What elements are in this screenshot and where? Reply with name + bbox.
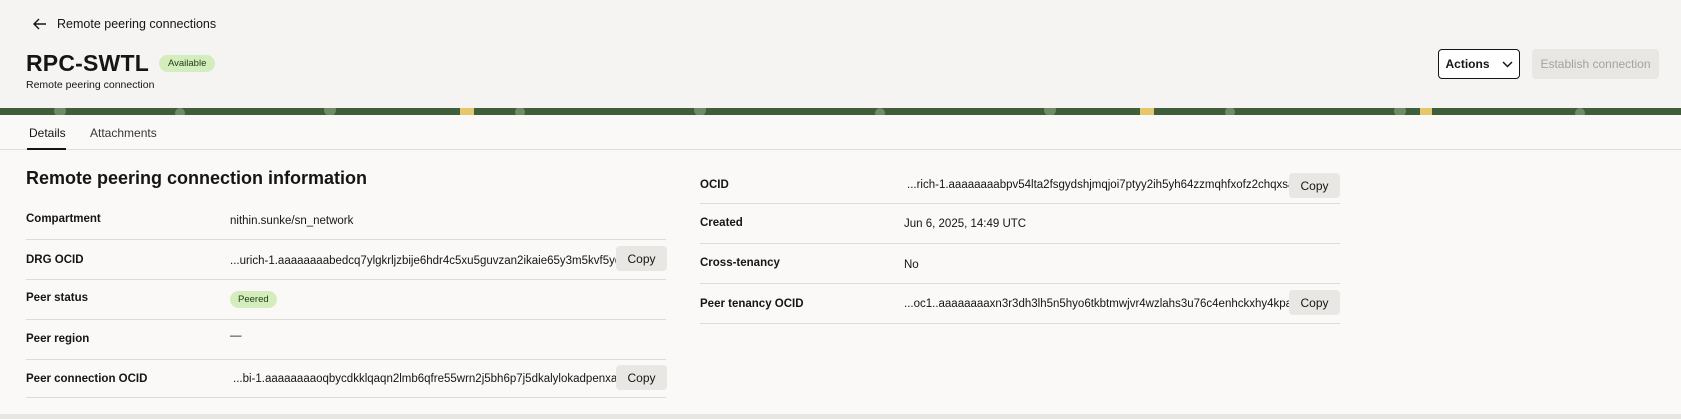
- copy-drg-ocid-button[interactable]: Copy: [616, 246, 667, 271]
- field-row-cross-tenancy: Cross-tenancy No: [700, 244, 1340, 284]
- page-header: Remote peering connections RPC-SWTL Avai…: [0, 0, 1681, 108]
- decorative-banner: [0, 108, 1681, 115]
- back-link-label: Remote peering connections: [57, 17, 217, 31]
- field-row-peer-status: Peer status Peered: [26, 280, 666, 320]
- field-label: OCID: [700, 179, 729, 191]
- field-row-compartment: Compartment nithin.sunke/sn_network: [26, 200, 666, 240]
- peer-tenancy-ocid-value: ...oc1..aaaaaaaaxn3r3dh3lh5n5hyo6tkbtmwj…: [904, 298, 1299, 310]
- peer-region-value: —: [230, 330, 242, 342]
- tab-attachments[interactable]: Attachments: [90, 126, 157, 140]
- field-row-created: Created Jun 6, 2025, 14:49 UTC: [700, 204, 1340, 244]
- active-tab-indicator: [27, 148, 66, 150]
- arrow-left-icon: [33, 18, 46, 30]
- actions-button-label: Actions: [1445, 57, 1490, 71]
- ocid-value: ...rich-1.aaaaaaaabpv54lta2fsgydshjmqjoi…: [907, 179, 1295, 191]
- drg-ocid-value: ...urich-1.aaaaaaaabedcq7ylgkrljzbije6hd…: [230, 255, 622, 267]
- field-label: Peer tenancy OCID: [700, 298, 804, 310]
- field-label: Cross-tenancy: [700, 257, 780, 269]
- establish-connection-button[interactable]: Establish connection: [1532, 49, 1659, 79]
- peer-status-badge: Peered: [230, 291, 277, 308]
- tab-bar: Details Attachments: [0, 115, 1681, 150]
- copy-peer-connection-ocid-button[interactable]: Copy: [616, 365, 667, 390]
- created-value: Jun 6, 2025, 14:49 UTC: [904, 218, 1027, 230]
- copy-peer-tenancy-ocid-button[interactable]: Copy: [1289, 290, 1340, 315]
- chevron-down-icon: [1501, 60, 1513, 68]
- section-title: Remote peering connection information: [26, 168, 368, 188]
- field-row-peer-region: Peer region —: [26, 320, 666, 360]
- actions-button[interactable]: Actions: [1438, 49, 1520, 79]
- field-label: Peer status: [26, 292, 89, 304]
- peer-connection-ocid-value: ...bi-1.aaaaaaaaoqbycdkklqaqn2lmb6qfre55…: [233, 373, 618, 385]
- field-row-ocid: OCID ...rich-1.aaaaaaaabpv54lta2fsgydshj…: [700, 164, 1340, 204]
- status-badge: Available: [158, 55, 216, 72]
- field-label: Peer connection OCID: [26, 373, 148, 385]
- field-label: Compartment: [26, 213, 101, 225]
- copy-ocid-button[interactable]: Copy: [1289, 173, 1340, 198]
- field-label: DRG OCID: [26, 254, 84, 266]
- back-link[interactable]: Remote peering connections: [33, 17, 216, 31]
- footer-band: [0, 414, 1681, 419]
- page-subtitle: Remote peering connection: [26, 79, 155, 91]
- field-row-peer-connection-ocid: Peer connection OCID ...bi-1.aaaaaaaaoqb…: [26, 358, 667, 398]
- field-row-drg-ocid: DRG OCID ...urich-1.aaaaaaaabedcq7ylgkrl…: [26, 240, 667, 280]
- page-title: RPC-SWTL: [26, 50, 149, 76]
- tab-details[interactable]: Details: [29, 126, 66, 140]
- field-label: Peer region: [26, 333, 90, 345]
- compartment-value: nithin.sunke/sn_network: [230, 215, 354, 227]
- cross-tenancy-value: No: [904, 259, 919, 271]
- field-label: Created: [700, 217, 743, 229]
- field-row-peer-tenancy-ocid: Peer tenancy OCID ...oc1..aaaaaaaaxn3r3d…: [700, 284, 1340, 324]
